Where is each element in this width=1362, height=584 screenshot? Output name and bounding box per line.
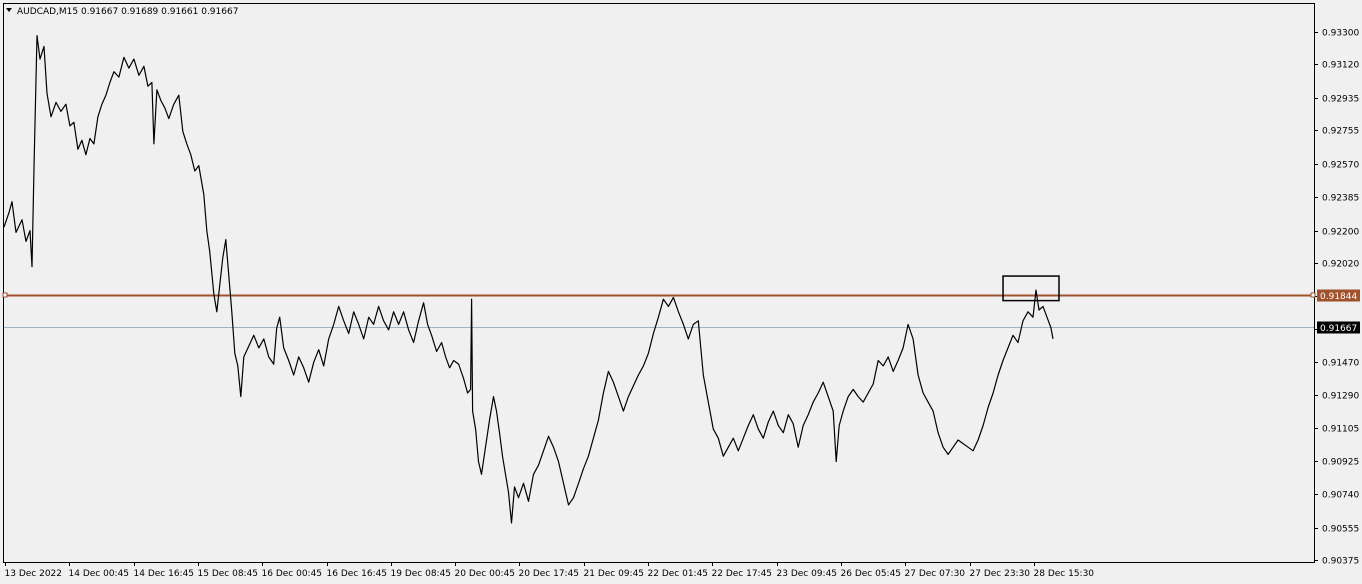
y-tick-label: 0.90740 [1322, 491, 1359, 501]
x-tick-label: 19 Dec 08:45 [391, 569, 452, 579]
x-tick-label: 13 Dec 2022 [5, 569, 63, 579]
symbol-info: AUDCAD,M15 0.91667 0.91689 0.91661 0.916… [17, 7, 238, 17]
y-tick-label: 0.90375 [1322, 557, 1359, 567]
symbol-header: AUDCAD,M15 0.91667 0.91689 0.91661 0.916… [6, 7, 238, 17]
x-tick-label: 22 Dec 17:45 [712, 569, 773, 579]
y-tick-label: 0.92570 [1322, 161, 1359, 171]
x-tick-label: 22 Dec 01:45 [648, 569, 709, 579]
y-tick-label: 0.92200 [1322, 228, 1359, 238]
y-tick-label: 0.91290 [1322, 392, 1359, 402]
y-tick-label: 0.93300 [1322, 29, 1359, 39]
y-tick-label: 0.90555 [1322, 525, 1359, 535]
x-tick-label: 16 Dec 16:45 [327, 569, 388, 579]
x-tick-label: 27 Dec 23:30 [970, 569, 1031, 579]
bid-price-label: 0.91667 [1320, 324, 1357, 334]
resistance-price-label: 0.91844 [1320, 292, 1357, 302]
x-tick-label: 14 Dec 16:45 [134, 569, 195, 579]
x-axis: 13 Dec 2022 14 Dec 00:45 14 Dec 16:45 15 De… [5, 562, 1095, 579]
x-tick-label: 27 Dec 07:30 [905, 569, 966, 579]
y-tick-label: 0.92935 [1322, 95, 1359, 105]
line-handle-left[interactable] [2, 292, 8, 298]
x-tick-label: 28 Dec 15:30 [1034, 569, 1095, 579]
x-tick-label: 21 Dec 09:45 [584, 569, 645, 579]
y-tick-label: 0.91105 [1322, 425, 1359, 435]
x-tick-label: 15 Dec 08:45 [198, 569, 259, 579]
y-tick-label: 0.93120 [1322, 61, 1359, 71]
price-tags: 0.91844 0.91667 [1317, 289, 1360, 334]
x-tick-label: 26 Dec 05:45 [841, 569, 902, 579]
y-tick-label: 0.92755 [1322, 127, 1359, 137]
x-tick-label: 14 Dec 00:45 [69, 569, 130, 579]
plot-frame [3, 3, 1315, 563]
y-tick-label: 0.92020 [1322, 260, 1359, 270]
line-handle-right[interactable] [1310, 292, 1316, 298]
y-tick-label: 0.92385 [1322, 194, 1359, 204]
price-chart[interactable]: AUDCAD,M15 0.91667 0.91689 0.91661 0.916… [0, 0, 1362, 584]
x-tick-label: 20 Dec 17:45 [519, 569, 580, 579]
y-tick-label: 0.91470 [1322, 359, 1359, 369]
y-tick-label: 0.90925 [1322, 458, 1359, 468]
x-tick-label: 16 Dec 00:45 [262, 569, 323, 579]
chart-window[interactable]: AUDCAD,M15 0.91667 0.91689 0.91661 0.916… [0, 0, 1362, 584]
x-tick-label: 20 Dec 00:45 [455, 569, 516, 579]
x-tick-label: 23 Dec 09:45 [777, 569, 838, 579]
